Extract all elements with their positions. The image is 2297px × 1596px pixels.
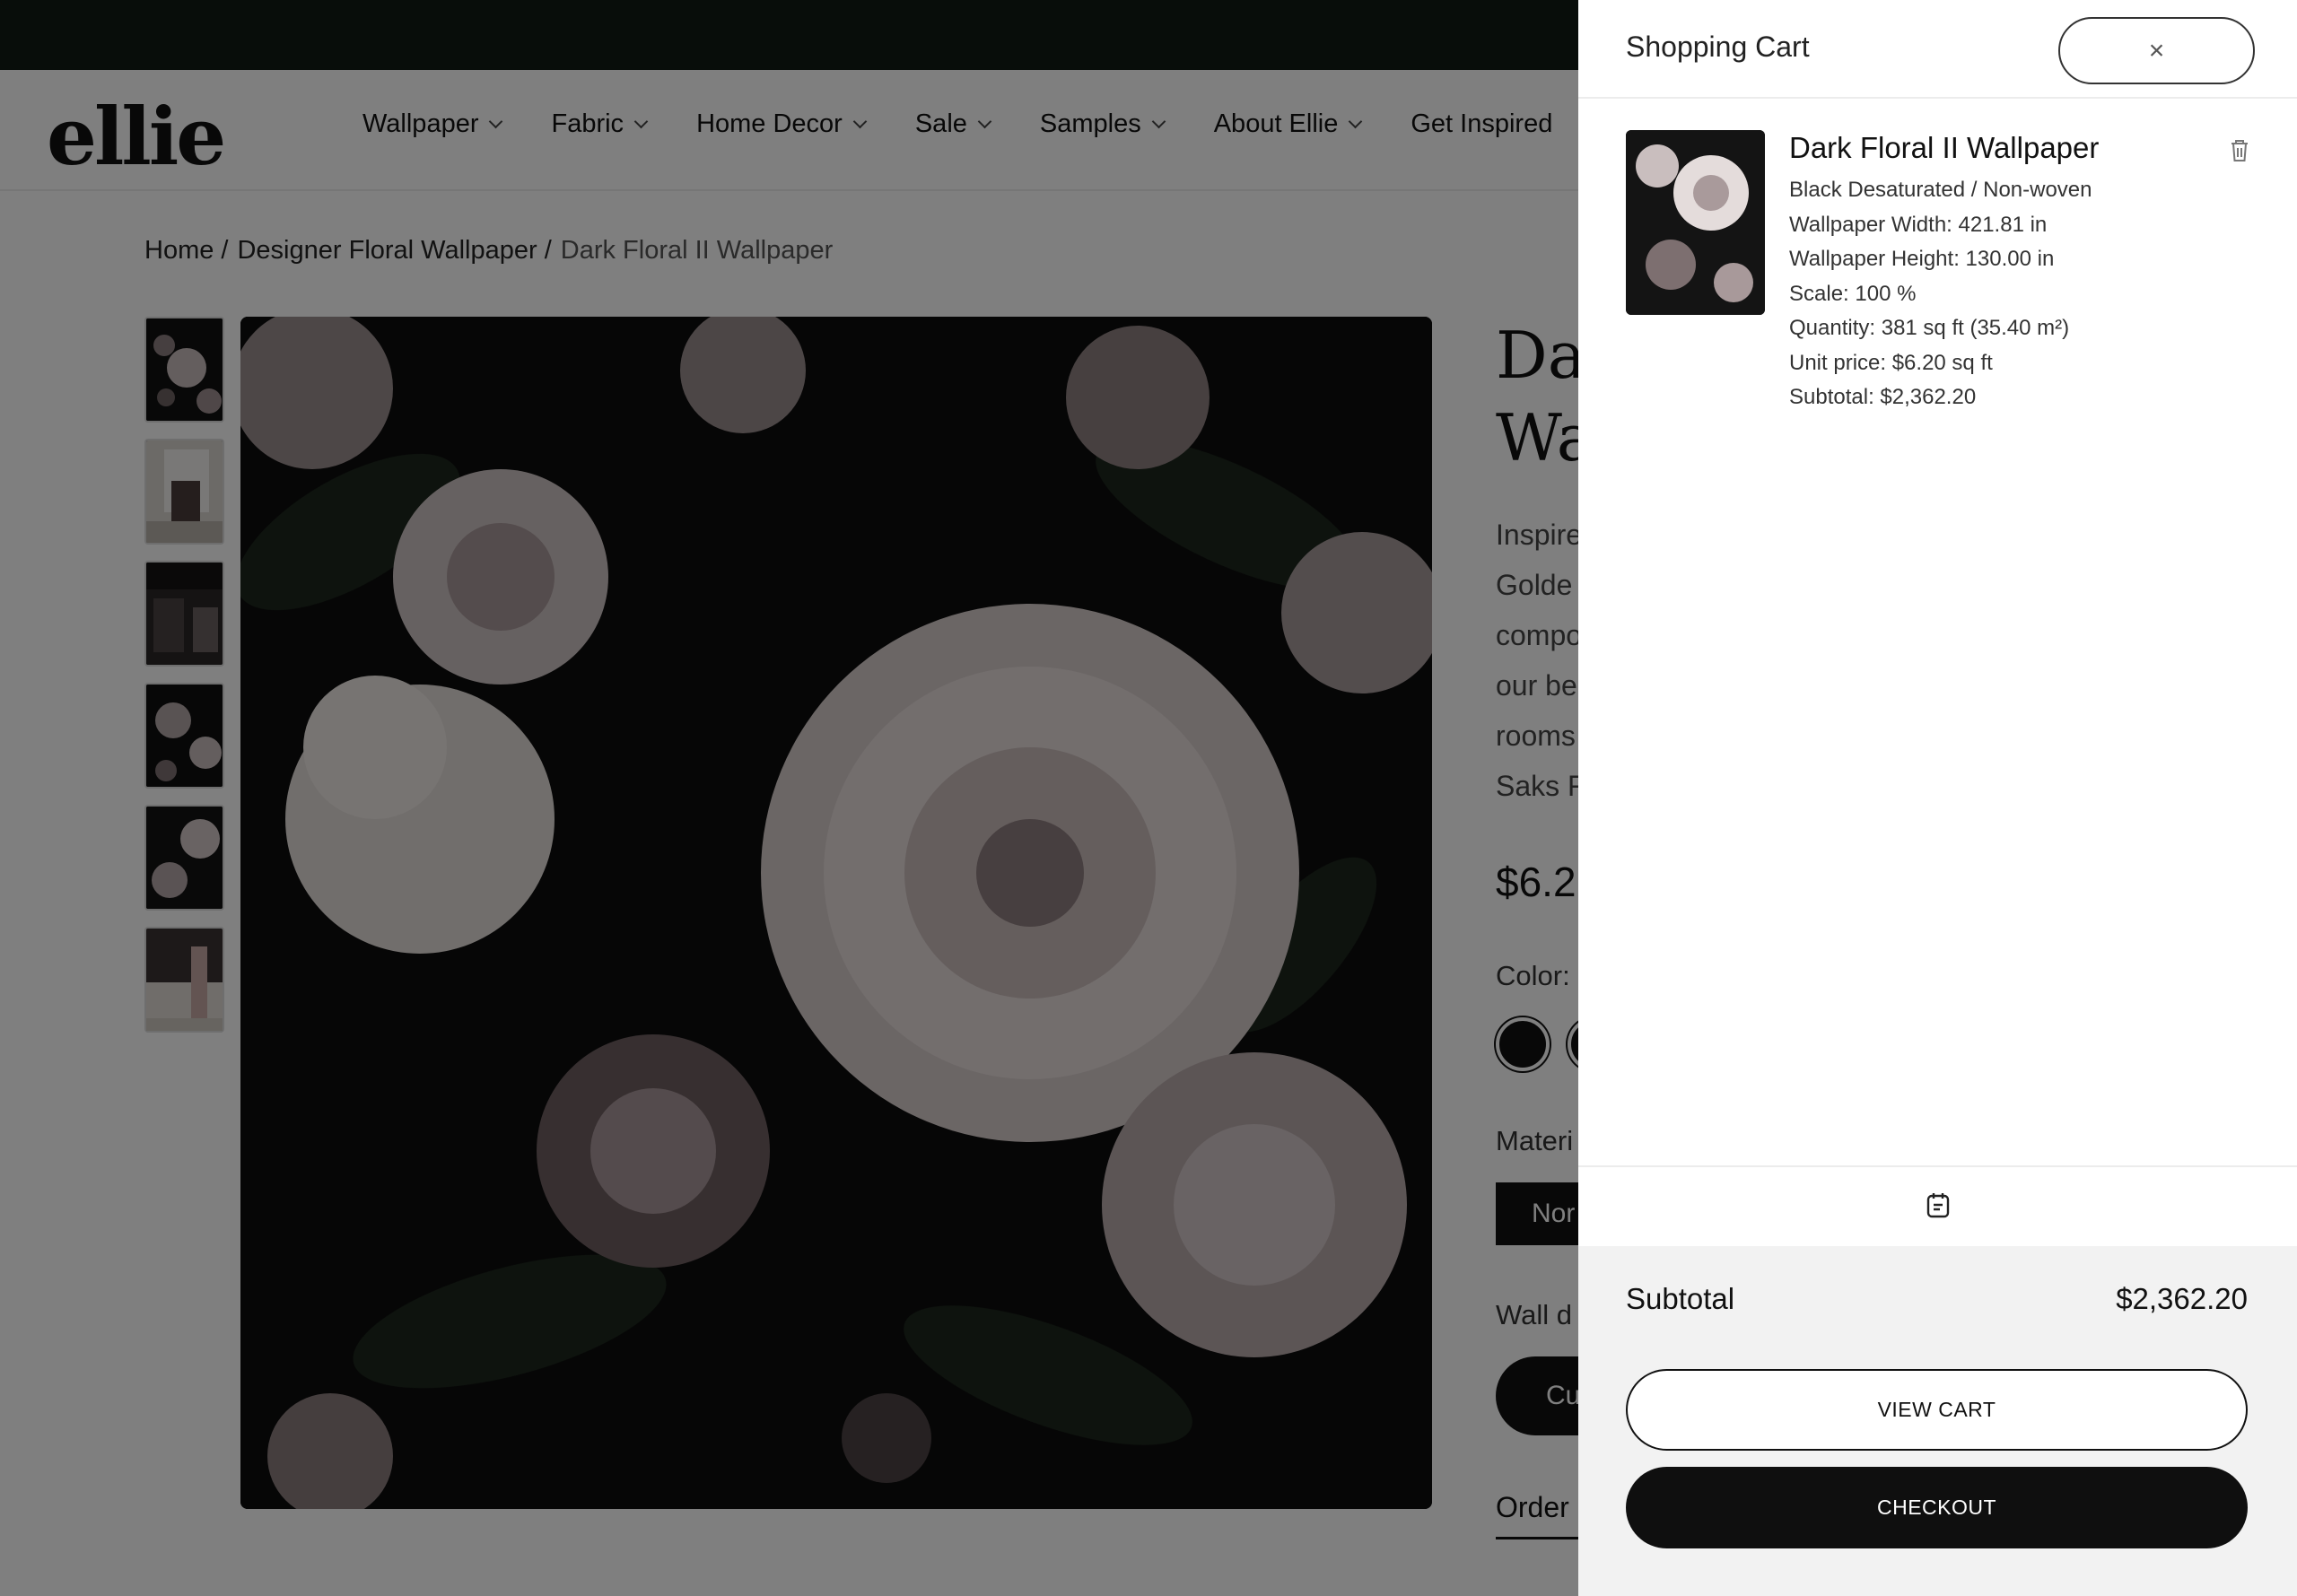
cart-item-scale: Scale: 100 % xyxy=(1789,281,1917,306)
close-icon: × xyxy=(2148,35,2165,65)
trash-icon[interactable] xyxy=(2227,137,2252,164)
cart-item-subtotal: Subtotal: $2,362.20 xyxy=(1789,385,1977,409)
subtotal-value: $2,362.20 xyxy=(2116,1282,2248,1315)
cart-item-quantity: Quantity: 381 sq ft (35.40 m²) xyxy=(1789,316,2070,340)
checkout-button[interactable]: CHECKOUT xyxy=(1626,1467,2248,1548)
subtotal-label: Subtotal xyxy=(1626,1282,1735,1315)
checkout-label: CHECKOUT xyxy=(1876,1496,1997,1519)
cart-item-image[interactable] xyxy=(1626,130,1765,315)
cart-note-bar xyxy=(1578,1165,2297,1246)
cart-item-unit-price: Unit price: $6.20 sq ft xyxy=(1789,350,1993,375)
cart-header: Shopping Cart × xyxy=(1578,0,2297,99)
product-page: ellie Wallpaper Fabric Home Decor Sale S… xyxy=(0,0,2297,1596)
view-cart-label: VIEW CART xyxy=(1877,1398,1996,1421)
view-cart-button[interactable]: VIEW CART xyxy=(1626,1369,2248,1451)
note-icon[interactable] xyxy=(1925,1190,1952,1224)
cart-item-name[interactable]: Dark Floral II Wallpaper xyxy=(1789,130,2238,166)
cart-footer: Subtotal $2,362.20 VIEW CART CHECKOUT xyxy=(1578,1246,2297,1596)
cart-item-details: Dark Floral II Wallpaper Black Desaturat… xyxy=(1789,130,2238,415)
cart-item-variant: Black Desaturated / Non-woven xyxy=(1789,178,2092,202)
cart-item-width: Wallpaper Width: 421.81 in xyxy=(1789,212,2048,237)
close-cart-button[interactable]: × xyxy=(2058,17,2255,84)
cart-drawer: Shopping Cart × Dark Floral II Wallpaper… xyxy=(1578,0,2297,1596)
cart-item-height: Wallpaper Height: 130.00 in xyxy=(1789,247,2055,271)
cart-title: Shopping Cart xyxy=(1626,31,1810,63)
